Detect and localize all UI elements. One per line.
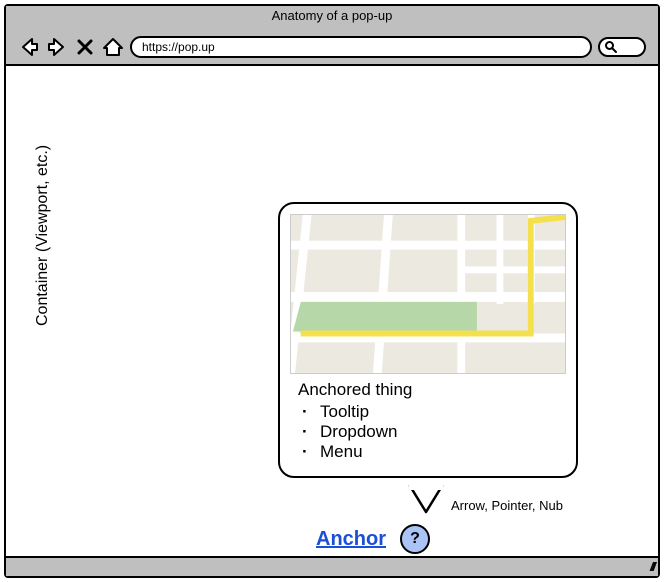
search-icon	[604, 40, 618, 54]
list-item: Dropdown	[320, 422, 558, 442]
viewport: Container (Viewport, etc.)	[6, 66, 658, 556]
popup: Anchored thing Tooltip Dropdown Menu	[278, 202, 578, 478]
anchor-row: Anchor ?	[316, 524, 430, 554]
anchor-link[interactable]: Anchor	[316, 528, 386, 551]
resize-grip-icon[interactable]: ///	[650, 560, 654, 574]
url-text: https://pop.up	[142, 40, 215, 54]
container-label: Container (Viewport, etc.)	[34, 145, 52, 326]
popup-heading: Anchored thing	[298, 380, 558, 400]
close-icon[interactable]	[74, 36, 96, 58]
back-icon[interactable]	[18, 36, 40, 58]
browser-window: Anatomy of a pop-up https://pop.up Conta…	[4, 4, 660, 578]
help-icon[interactable]: ?	[400, 524, 430, 554]
arrow-label: Arrow, Pointer, Nub	[451, 498, 563, 513]
home-icon[interactable]	[102, 36, 124, 58]
list-item: Tooltip	[320, 402, 558, 422]
toolbar: https://pop.up	[18, 36, 646, 58]
search-button[interactable]	[598, 37, 646, 57]
popup-list: Tooltip Dropdown Menu	[298, 402, 558, 462]
statusbar: ///	[6, 556, 658, 576]
window-title: Anatomy of a pop-up	[6, 8, 658, 23]
map-image	[290, 214, 566, 374]
list-item: Menu	[320, 442, 558, 462]
url-input[interactable]: https://pop.up	[130, 36, 592, 58]
popup-body: Anchored thing Tooltip Dropdown Menu	[290, 374, 566, 462]
forward-icon[interactable]	[46, 36, 68, 58]
popup-arrow	[406, 484, 446, 514]
titlebar: Anatomy of a pop-up https://pop.up	[6, 6, 658, 66]
